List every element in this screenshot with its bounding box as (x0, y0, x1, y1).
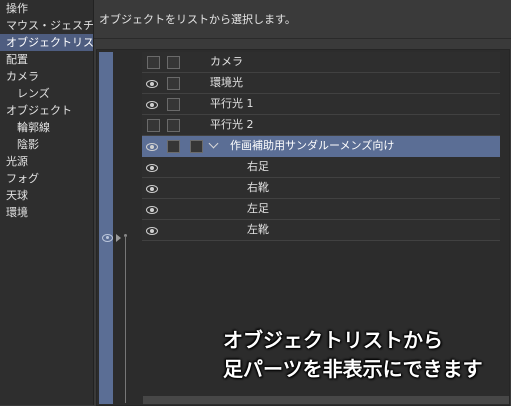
caption-overlay: オブジェクトリストから 足パーツを非表示にできます (223, 326, 508, 384)
horizontal-scrollbar[interactable] (143, 396, 509, 404)
visibility-checkbox[interactable] (147, 56, 160, 69)
object-row-right-foot[interactable]: 右足 (142, 157, 500, 178)
eye-icon[interactable] (146, 185, 158, 193)
category-item-placement[interactable]: 配置 (0, 51, 93, 68)
object-label: カメラ (210, 55, 243, 68)
lock-checkbox[interactable] (167, 98, 180, 111)
divider (94, 38, 511, 39)
object-label: 作画補助用サンダルーメンズ向け (230, 139, 395, 152)
category-item-object[interactable]: オブジェクト (0, 102, 93, 119)
visibility-strip[interactable] (99, 52, 113, 404)
category-item-camera[interactable]: カメラ (0, 68, 93, 85)
object-row-camera[interactable]: カメラ (142, 52, 500, 73)
lock-checkbox[interactable] (167, 140, 180, 153)
option-checkbox[interactable] (190, 140, 203, 153)
object-row-left-foot[interactable]: 左足 (142, 199, 500, 220)
lock-checkbox[interactable] (167, 119, 180, 132)
visibility-checkbox[interactable] (147, 119, 160, 132)
lock-checkbox[interactable] (167, 56, 180, 69)
lock-checkbox[interactable] (167, 77, 180, 90)
object-row-directional-light-1[interactable]: 平行光 1 (142, 94, 500, 115)
tree-line (125, 236, 126, 403)
caption-line-1: オブジェクトリストから (223, 328, 443, 352)
object-row-right-shoe[interactable]: 右靴 (142, 178, 500, 199)
eye-icon[interactable] (146, 101, 158, 109)
category-item-outline[interactable]: 輪郭線 (0, 119, 93, 136)
object-row-left-shoe[interactable]: 左靴 (142, 220, 500, 241)
settings-category-list: 操作 マウス・ジェスチャー オブジェクトリスト 配置 カメラ レンズ オブジェク… (0, 0, 94, 405)
eye-icon[interactable] (102, 234, 113, 242)
category-item-fog[interactable]: フォグ (0, 170, 93, 187)
object-label: 環境光 (210, 76, 243, 89)
eye-icon[interactable] (146, 143, 158, 151)
object-label: 左足 (247, 202, 269, 215)
object-row-ambient-light[interactable]: 環境光 (142, 73, 500, 94)
object-label: 平行光 1 (210, 97, 254, 110)
object-rows: カメラ 環境光 平行光 1 平行光 2 作画補助用サンダルーメンズ向け 右足 右… (142, 52, 500, 241)
eye-icon[interactable] (146, 80, 158, 88)
object-label: 右足 (247, 160, 269, 173)
eye-icon[interactable] (146, 164, 158, 172)
category-item-mouse-gesture[interactable]: マウス・ジェスチャー (0, 17, 93, 34)
caption-line-2: 足パーツを非表示にできます (223, 357, 483, 381)
category-item-shading[interactable]: 陰影 (0, 136, 93, 153)
eye-icon[interactable] (146, 206, 158, 214)
chevron-down-icon[interactable] (208, 138, 219, 149)
object-label: 平行光 2 (210, 118, 254, 131)
object-label: 右靴 (247, 181, 269, 194)
panel-description: オブジェクトをリストから選択します。 (99, 13, 296, 26)
object-row-sandal-model[interactable]: 作画補助用サンダルーメンズ向け (142, 136, 500, 157)
category-item-object-list[interactable]: オブジェクトリスト (0, 34, 93, 51)
category-item-lens[interactable]: レンズ (0, 85, 93, 102)
object-label: 左靴 (247, 223, 269, 236)
category-item-sky[interactable]: 天球 (0, 187, 93, 204)
category-item-environment[interactable]: 環境 (0, 204, 93, 221)
expand-arrow-icon[interactable] (116, 234, 121, 242)
object-row-directional-light-2[interactable]: 平行光 2 (142, 115, 500, 136)
eye-icon[interactable] (146, 227, 158, 235)
category-item-operation[interactable]: 操作 (0, 0, 93, 17)
category-item-light-source[interactable]: 光源 (0, 153, 93, 170)
